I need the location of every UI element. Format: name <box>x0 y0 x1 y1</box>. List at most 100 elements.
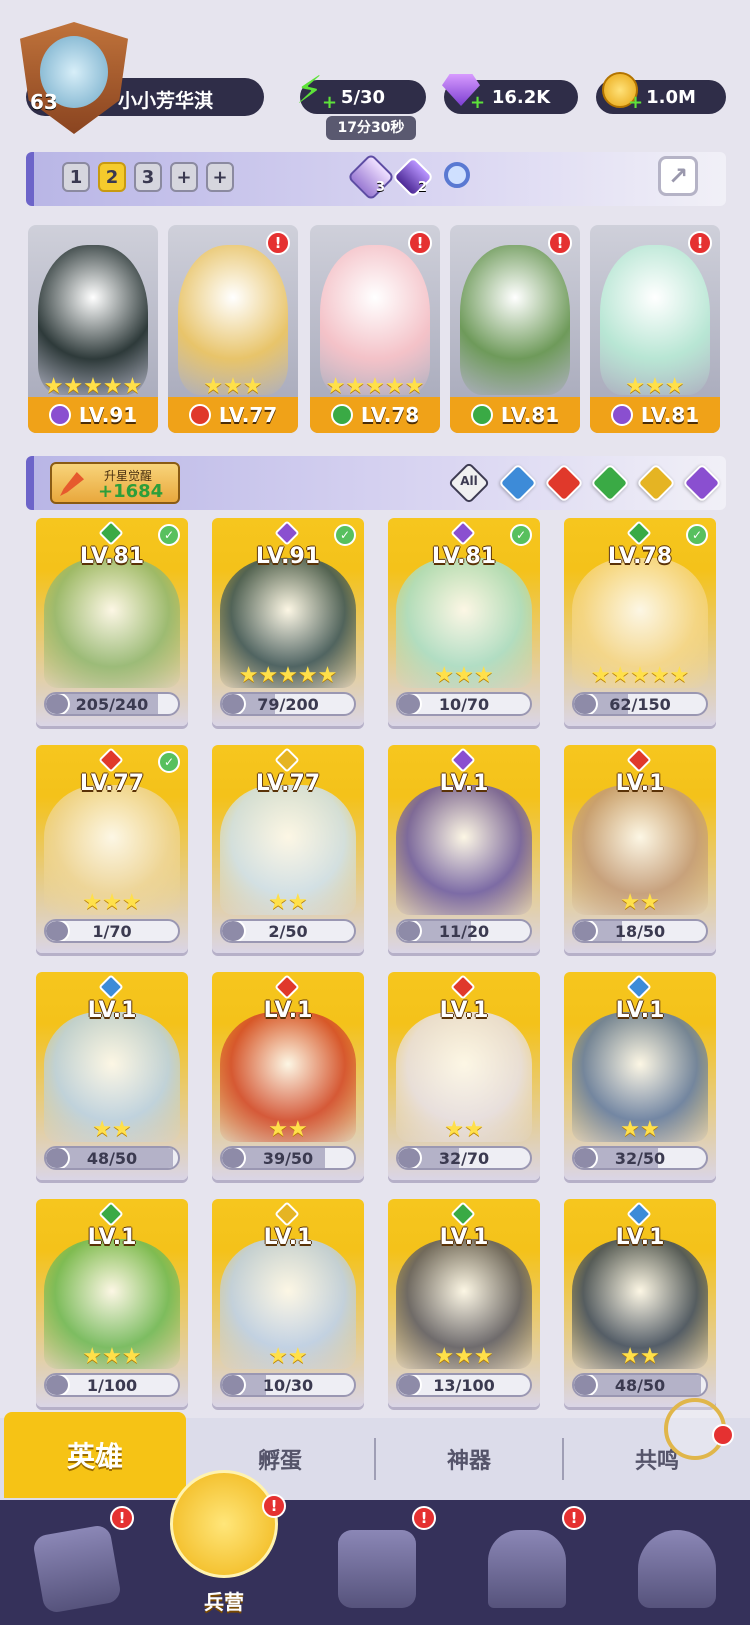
nav-barracks-button[interactable]: 兵营 <box>166 1470 282 1625</box>
hero-card[interactable]: LV.1 ★★ 32/70 <box>388 972 540 1180</box>
team-bar: 1 2 3 + + 3 2 ↗ <box>26 152 726 206</box>
fragment-icon <box>398 921 422 941</box>
fragment-progress: 1/70 <box>44 919 180 943</box>
hero-level-bar: LV.91 <box>28 397 158 433</box>
hero-card[interactable]: ✓ LV.81 205/240 <box>36 518 188 726</box>
barracks-icon <box>170 1470 278 1578</box>
fragment-count: 10/70 <box>438 694 490 714</box>
team-hero-slot[interactable]: LV.81! <box>450 225 580 433</box>
fragment-icon <box>574 1375 598 1395</box>
check-icon: ✓ <box>158 524 180 546</box>
filter-light-button[interactable] <box>636 463 676 503</box>
hero-card[interactable]: ✓ LV.81 ★★★ 10/70 <box>388 518 540 726</box>
fragment-count: 32/70 <box>438 1148 490 1168</box>
team-tab-3[interactable]: 3 <box>134 162 162 192</box>
nav-barracks-label: 兵营 <box>204 1590 244 1614</box>
gold-plus-icon[interactable]: + <box>628 92 643 113</box>
filter-water-button[interactable] <box>498 463 538 503</box>
tab-heroes[interactable]: 英雄 <box>4 1412 186 1498</box>
hero-portrait <box>320 245 430 395</box>
team-hero-slot[interactable]: ★★★ LV.77! <box>168 225 298 433</box>
team-tab-2[interactable]: 2 <box>98 162 126 192</box>
tab-artifacts[interactable]: 神器 <box>376 1418 562 1500</box>
check-icon: ✓ <box>158 751 180 773</box>
star-rating: ★★★★★ <box>238 663 338 688</box>
filter-dark-button[interactable] <box>682 463 722 503</box>
hero-card[interactable]: LV.1 ★★★ 1/100 <box>36 1199 188 1407</box>
hero-card[interactable]: LV.1 ★★ 48/50 <box>564 1199 716 1407</box>
hero-card[interactable]: ✓ LV.78 ★★★★★ 62/150 <box>564 518 716 726</box>
team-add-button-1[interactable]: + <box>170 162 198 192</box>
alert-badge: ! <box>548 231 572 255</box>
filter-all-label: All <box>460 474 478 488</box>
nav-map-button[interactable] <box>328 1522 428 1614</box>
essence-dark-count: 2 <box>418 180 428 195</box>
hero-level: LV.78 <box>607 544 673 569</box>
team-hero-slot[interactable]: ★★★ LV.81! <box>590 225 720 433</box>
hero-level: LV.1 <box>87 998 137 1023</box>
element-icon <box>98 520 124 546</box>
nav-shop-button[interactable] <box>478 1522 578 1614</box>
hero-card[interactable]: ✓ LV.77 ★★★ 1/70 <box>36 745 188 953</box>
fragment-progress: 32/50 <box>572 1146 708 1170</box>
hero-level: LV.77 <box>79 771 145 796</box>
fragment-progress: 205/240 <box>44 692 180 716</box>
hero-portrait <box>460 245 570 395</box>
nav-guild-button[interactable] <box>628 1522 728 1614</box>
hero-card[interactable]: LV.1 ★★ 18/50 <box>564 745 716 953</box>
fragment-count: 1/100 <box>86 1375 138 1395</box>
alert-badge: ! <box>408 231 432 255</box>
team-tab-1[interactable]: 1 <box>62 162 90 192</box>
element-icon <box>274 974 300 1000</box>
star-rating: ★★ <box>92 1117 132 1142</box>
hero-level: LV.77 <box>255 771 321 796</box>
fragment-count: 11/20 <box>438 921 490 941</box>
hero-card[interactable]: LV.1 ★★ 39/50 <box>212 972 364 1180</box>
element-icon <box>626 520 652 546</box>
element-icon <box>274 747 300 773</box>
hero-level: LV.81 <box>640 403 700 427</box>
hero-level-bar: LV.78 <box>310 397 440 433</box>
team-add-button-2[interactable]: + <box>206 162 234 192</box>
fragment-progress: 10/30 <box>220 1373 356 1397</box>
filter-fire-button[interactable] <box>544 463 584 503</box>
element-icon <box>98 974 124 1000</box>
nav-cards-button[interactable] <box>28 1522 128 1615</box>
fragment-icon <box>46 1375 70 1395</box>
hero-level: LV.91 <box>255 544 321 569</box>
bottom-nav: ! 兵营 ! ! ! <box>0 1470 750 1625</box>
share-icon[interactable]: ↗ <box>658 156 698 196</box>
hero-card[interactable]: LV.1 ★★ 32/50 <box>564 972 716 1180</box>
avatar-frame[interactable] <box>20 22 128 134</box>
hero-card[interactable]: LV.1 ★★★ 13/100 <box>388 1199 540 1407</box>
star-rating: ★★ <box>268 890 308 915</box>
hero-card[interactable]: LV.1 ★★ 10/30 <box>212 1199 364 1407</box>
magnifier-icon[interactable] <box>444 162 470 188</box>
hero-card[interactable]: LV.1 11/20 <box>388 745 540 953</box>
fragment-count: 2/50 <box>268 921 308 941</box>
hero-card[interactable]: LV.77 ★★ 2/50 <box>212 745 364 953</box>
fragment-progress: 39/50 <box>220 1146 356 1170</box>
hero-level: LV.81 <box>500 403 560 427</box>
element-icon <box>626 747 652 773</box>
header: 63 小小芳华淇 5/30 ⚡ + 17分30秒 16.2K + 1.0M + <box>0 0 750 140</box>
star-rating: ★★ <box>620 1117 660 1142</box>
essence-dark-icon[interactable] <box>391 155 435 199</box>
team-hero-slot[interactable]: ★★★★★ LV.78! <box>310 225 440 433</box>
team-hero-slot[interactable]: ★★★★★ LV.91 <box>28 225 158 433</box>
gem-plus-icon[interactable]: + <box>470 92 485 113</box>
fragment-count: 1/70 <box>92 921 132 941</box>
energy-plus-icon[interactable]: + <box>322 92 337 113</box>
check-icon: ✓ <box>686 524 708 546</box>
star-rating: ★★★ <box>203 374 263 399</box>
hero-card[interactable]: LV.1 ★★ 48/50 <box>36 972 188 1180</box>
hero-card[interactable]: ✓ LV.91 ★★★★★ 79/200 <box>212 518 364 726</box>
hero-portrait <box>396 785 532 915</box>
element-icon <box>450 747 476 773</box>
star-rating: ★★ <box>444 1117 484 1142</box>
upgrade-button[interactable]: 升星觉醒 +1684 <box>50 462 180 504</box>
essence-purple-icon[interactable] <box>346 152 396 202</box>
filter-earth-button[interactable] <box>590 463 630 503</box>
element-icon <box>330 404 353 426</box>
fragment-progress: 13/100 <box>396 1373 532 1397</box>
